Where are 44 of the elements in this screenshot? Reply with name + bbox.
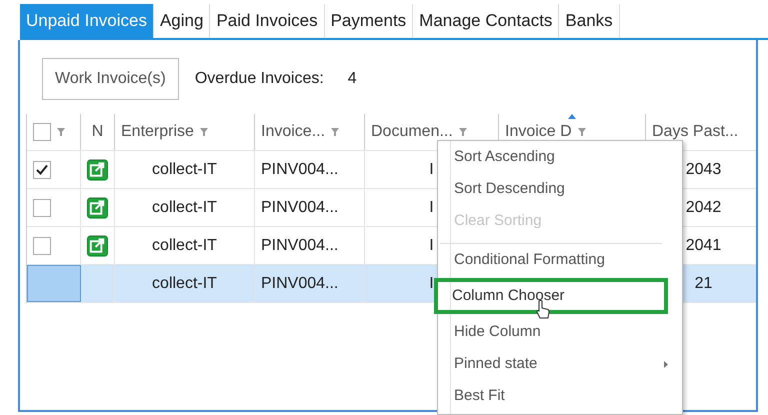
table-cell: I (429, 274, 434, 292)
table-cell: PINV004... (261, 198, 338, 216)
table-cell: 21 (694, 274, 712, 292)
column-header[interactable]: N (81, 114, 115, 150)
overdue-count: 4 (348, 70, 357, 88)
table-cell: I (429, 198, 434, 216)
checkbox[interactable] (33, 236, 51, 254)
filter-icon (578, 128, 586, 136)
overdue-label: Overdue Invoices: (194, 70, 324, 88)
table-cell: PINV004... (261, 236, 338, 254)
checkbox[interactable] (33, 198, 51, 216)
checkbox[interactable] (33, 123, 51, 141)
check-icon (36, 164, 48, 175)
table-cell: collect-IT (152, 236, 217, 254)
menu-item[interactable]: Pinned state (440, 348, 682, 380)
work-invoices-button[interactable]: Work Invoice(s) (42, 58, 179, 100)
tab[interactable]: Aging (154, 4, 210, 38)
submenu-arrow-icon (664, 361, 668, 368)
table-cell: PINV004... (261, 274, 338, 292)
table-cell: collect-IT (152, 160, 217, 178)
table-cell: collect-IT (152, 198, 217, 216)
checkbox[interactable] (33, 160, 51, 178)
table-cell: PINV004... (261, 160, 338, 178)
tab[interactable]: Banks (559, 4, 620, 38)
filter-icon (57, 128, 65, 136)
tab[interactable]: Payments (324, 4, 414, 38)
tab[interactable]: Manage Contacts (413, 4, 560, 38)
column-header[interactable]: Enterprise (115, 114, 255, 150)
filter-icon (200, 128, 208, 136)
filter-icon (458, 128, 467, 136)
sort-arrow-icon (568, 114, 576, 119)
filter-icon (331, 128, 340, 136)
pointer-cursor-icon (536, 300, 550, 320)
tab[interactable]: Paid Invoices (210, 4, 325, 38)
table-cell: 2042 (686, 198, 722, 216)
menu-item[interactable]: Hide Column (440, 316, 682, 348)
table-cell: I (429, 160, 434, 178)
table-cell: 2043 (686, 160, 722, 178)
menu-item[interactable]: Best Fit (440, 380, 682, 412)
table-cell: I (429, 236, 434, 254)
table-cell: 2041 (686, 236, 722, 254)
menu-item[interactable]: Conditional Formatting (440, 243, 662, 276)
column-header[interactable]: Invoice... (255, 114, 365, 150)
table-cell: collect-IT (152, 274, 217, 292)
